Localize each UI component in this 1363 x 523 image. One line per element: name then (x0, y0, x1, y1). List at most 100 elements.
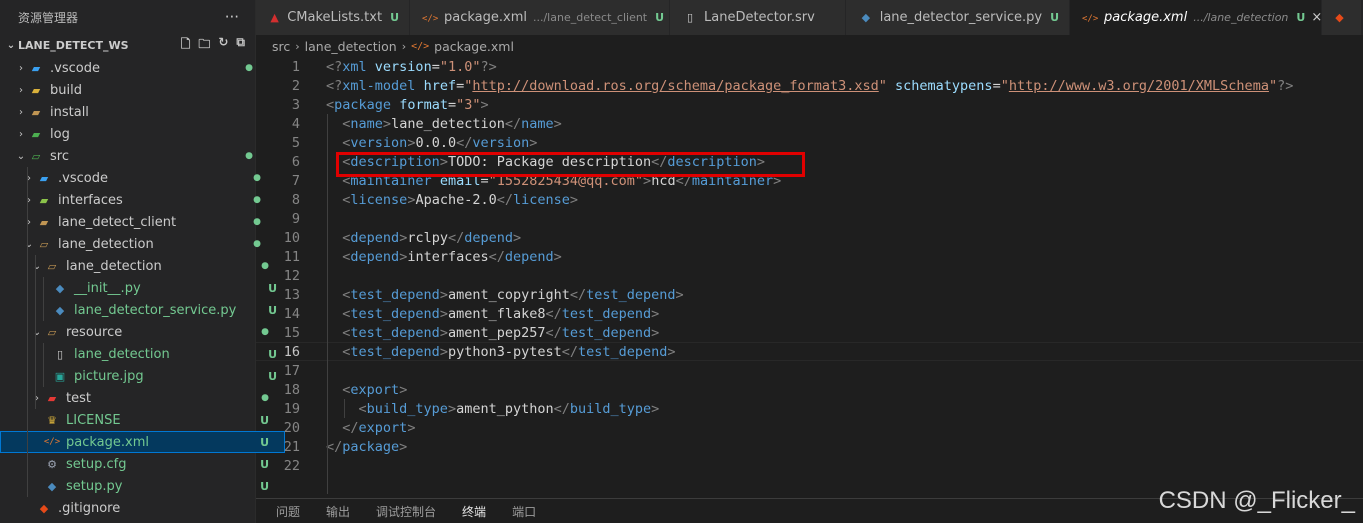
code-token: </ (545, 324, 562, 341)
tree-item-src[interactable]: ⌄ ▱ src ● (0, 145, 269, 167)
tree-item-test[interactable]: › ▰ test ● (0, 387, 285, 409)
code-line[interactable]: 2 <?xml-model href="http://download.ros.o… (256, 76, 1363, 95)
code-token: </ (456, 134, 473, 151)
indent-guide (43, 277, 44, 321)
code-token: "3" (456, 96, 481, 113)
folder-open-icon: ▱ (39, 237, 49, 251)
code-line[interactable]: 21 </package> (256, 437, 1363, 456)
tree-item-build[interactable]: › ▰ build (0, 79, 269, 101)
workspace-name: LANE_DETECT_WS (18, 38, 129, 52)
panel-tab[interactable]: 调试控制台 (376, 503, 436, 520)
close-icon[interactable]: × (1311, 10, 1322, 25)
code-token: rclpy (407, 229, 448, 246)
tree-item-label: .vscode (50, 60, 100, 76)
tree-item-vscode[interactable]: › ▰ .vscode ● (0, 167, 277, 189)
code-line[interactable]: 1 <?xml version="1.0"?> (256, 57, 1363, 76)
tree-item-label: lane_detection (58, 236, 154, 252)
build-folder-icon: ▰ (31, 83, 41, 97)
code-line[interactable]: 20 </export> (256, 418, 1363, 437)
code-line[interactable]: 11 <depend>interfaces</depend> (256, 247, 1363, 266)
tab-lane-detector-service-py[interactable]: ◆ lane_detector_service.py U (846, 0, 1070, 35)
indent-guide (27, 167, 28, 497)
line-number: 19 (283, 400, 300, 417)
tab-package-xml-lane-detection[interactable]: </> package.xml .../lane_detection U × (1070, 0, 1322, 35)
code-line[interactable]: 14 <test_depend>ament_flake8</test_depen… (256, 304, 1363, 323)
code-line[interactable]: 5 <version>0.0.0</version> (256, 133, 1363, 152)
tab-overflow[interactable]: ◆ (1322, 0, 1362, 35)
tree-item-vscode[interactable]: › ▰ .vscode ● (0, 57, 269, 79)
tree-item-license[interactable]: ♛ LICENSE U (0, 409, 285, 431)
code-token: > (513, 229, 522, 246)
code-text: <depend>interfaces</depend> (326, 249, 562, 265)
code-token: <? (326, 77, 343, 94)
tree-item-label: setup.cfg (66, 456, 127, 472)
code-token: export (358, 419, 408, 436)
code-text: <version>0.0.0</version> (326, 135, 537, 151)
tab-package-xml-lane-detect-client[interactable]: </> package.xml .../lane_detect_client U (410, 0, 670, 35)
code-line[interactable]: 19 <build_type>ament_python</build_type> (256, 399, 1363, 418)
code-token: > (439, 286, 448, 303)
breadcrumb-item-src[interactable]: src (272, 39, 290, 54)
breadcrumb-item-lane-detection[interactable]: lane_detection (305, 39, 397, 54)
more-actions-icon[interactable]: ··· (225, 8, 239, 26)
panel-tab[interactable]: 问题 (276, 503, 300, 520)
collapse-all-icon[interactable]: ⧉ (236, 35, 245, 56)
code-line[interactable]: 13 <test_depend>ament_copyright</test_de… (256, 285, 1363, 304)
indent-guide (35, 255, 36, 409)
code-line[interactable]: 4 <name>lane_detection</name> (256, 114, 1363, 133)
panel-tab[interactable]: 输出 (326, 503, 350, 520)
breadcrumb-item-file[interactable]: package.xml (434, 39, 514, 54)
code-line[interactable]: 8 <license>Apache-2.0</license> (256, 190, 1363, 209)
code-line[interactable]: 3 <package format="3"> (256, 95, 1363, 114)
code-token: license (513, 191, 570, 208)
tree-item-setup-cfg[interactable]: ⚙ setup.cfg U (0, 453, 285, 475)
panel-tab[interactable]: 终端 (462, 503, 486, 520)
vscode-folder-icon: ▰ (31, 61, 41, 75)
chevron-right-icon: › (19, 128, 23, 140)
code-line[interactable]: 9 (256, 209, 1363, 228)
tree-item-lane-detect-client[interactable]: › ▰ lane_detect_client ● (0, 211, 277, 233)
tree-item-package-xml[interactable]: </> package.xml U (0, 431, 285, 453)
code-text: </export> (326, 420, 415, 436)
tree-item-lane-detection[interactable]: ⌄ ▱ lane_detection ● (0, 255, 285, 277)
file-icon: ▯ (56, 347, 64, 361)
code-line[interactable]: 15 <test_depend>ament_pep257</test_depen… (256, 323, 1363, 342)
indent-guide (327, 114, 328, 494)
code-line[interactable]: 12 (256, 266, 1363, 285)
code-editor[interactable]: 1 <?xml version="1.0"?> 2 <?xml-model href=… (256, 57, 1363, 497)
code-token: </ (488, 248, 505, 265)
code-line[interactable]: 18 <export> (256, 380, 1363, 399)
new-folder-icon[interactable]: 🗀 (198, 35, 210, 56)
tree-item-log[interactable]: › ▰ log (0, 123, 269, 145)
tree-item-label: setup.py (66, 478, 123, 494)
folder-icon: ▰ (39, 215, 49, 229)
explorer-title-bar: 资源管理器 ··· (0, 0, 255, 34)
chevron-down-icon: ⌄ (24, 238, 34, 250)
tab-cmakelists-txt[interactable]: ▲ CMakeLists.txt U (256, 0, 410, 35)
code-token: < (326, 96, 335, 113)
code-line[interactable]: 16 <test_depend>python3-pytest</test_dep… (256, 342, 1363, 361)
line-number: 6 (291, 153, 300, 170)
code-token: < (358, 400, 367, 417)
code-line[interactable]: 22 (256, 456, 1363, 475)
tree-item-resource[interactable]: ⌄ ▱ resource ● (0, 321, 285, 343)
code-line[interactable]: 17 (256, 361, 1363, 380)
tree-item-interfaces[interactable]: › ▰ interfaces ● (0, 189, 277, 211)
code-token: test_depend (350, 343, 440, 360)
code-line[interactable]: 10 <depend>rclpy</depend> (256, 228, 1363, 247)
tab-lanedetector-srv[interactable]: ▯ LaneDetector.srv (670, 0, 846, 35)
interfaces-folder-icon: ▰ (39, 193, 49, 207)
new-file-icon[interactable]: 🗋 (181, 35, 191, 56)
tree-item-setup-py[interactable]: ◆ setup.py U (0, 475, 285, 497)
workspace-header[interactable]: ⌄ LANE_DETECT_WS 🗋 🗀 ↻ ⧉ (0, 34, 255, 56)
tree-item-gitignore[interactable]: ◆ .gitignore (0, 497, 277, 519)
code-token: " (1000, 77, 1009, 94)
tree-item-lane-detection[interactable]: ⌄ ▱ lane_detection ● (0, 233, 277, 255)
refresh-icon[interactable]: ↻ (218, 35, 228, 56)
panel-tab[interactable]: 端口 (512, 503, 536, 520)
tree-item-install[interactable]: › ▰ install (0, 101, 269, 123)
explorer-sidebar: 资源管理器 ··· ⌄ LANE_DETECT_WS 🗋 🗀 ↻ ⧉ › ▰ .vs… (0, 0, 285, 523)
